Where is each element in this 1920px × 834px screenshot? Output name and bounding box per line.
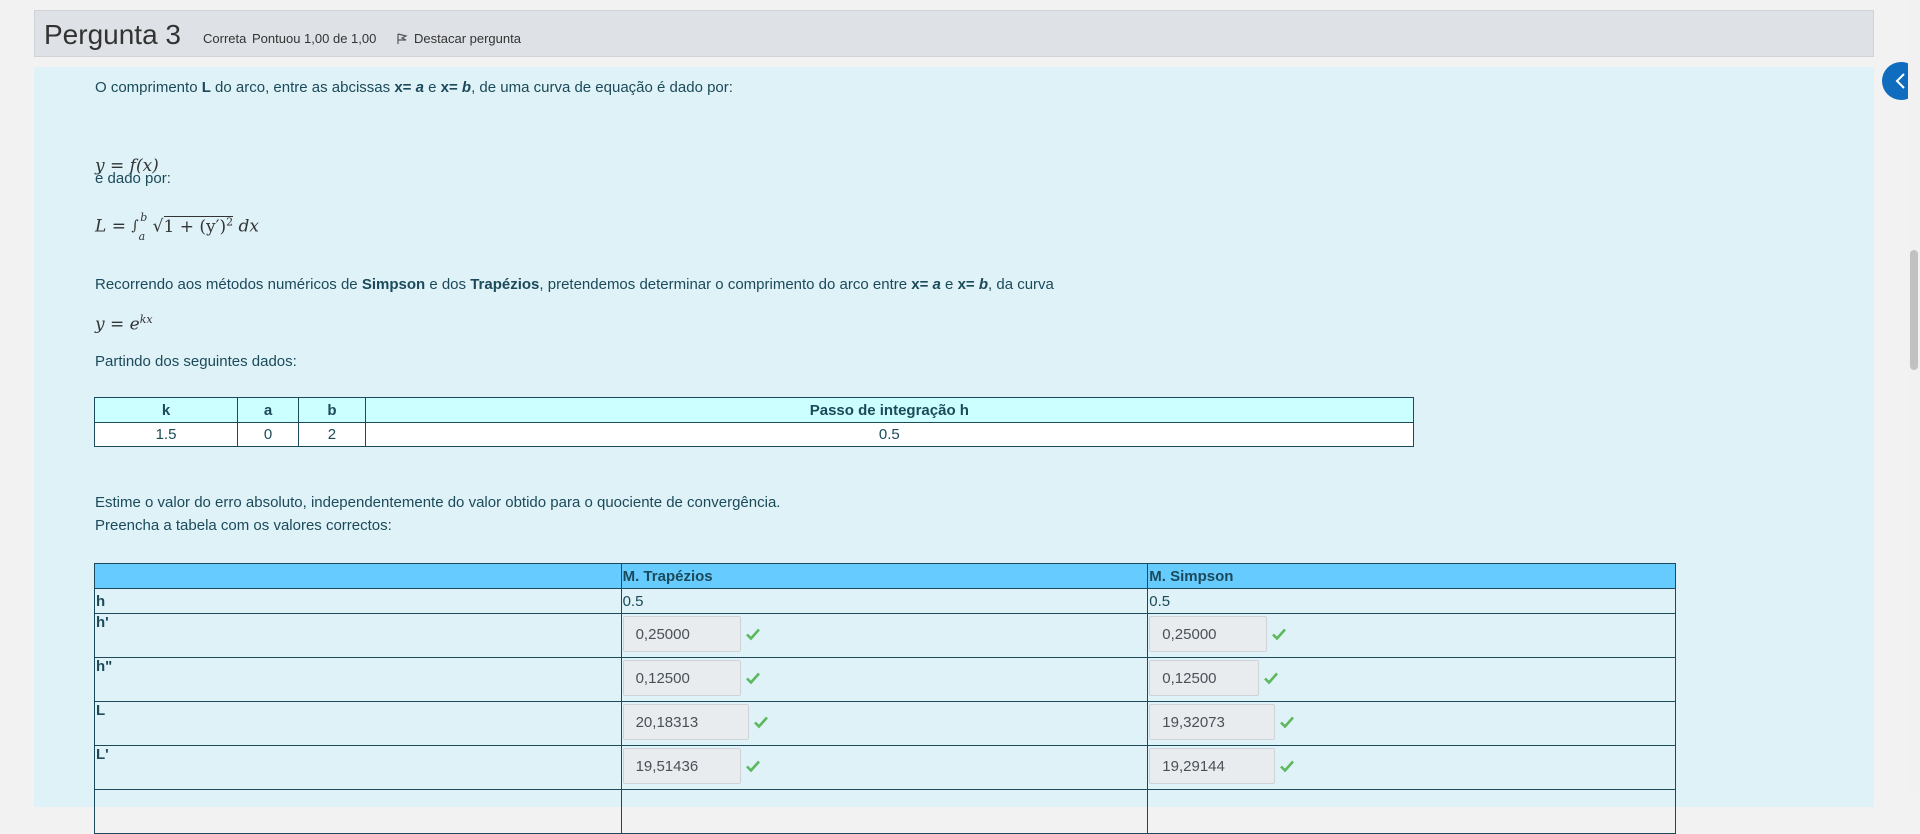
simp-cell xyxy=(1147,657,1676,702)
row-label: L xyxy=(94,701,622,746)
table-row: h" xyxy=(94,657,1676,702)
equation-arc-length: L = ∫ab √1 + (y′)2 dx xyxy=(95,211,259,244)
question-number: 3 xyxy=(165,19,181,50)
correct-check-icon xyxy=(745,760,760,773)
value-a: 0 xyxy=(236,422,300,447)
preencha-text: Preencha a tabela com os valores correct… xyxy=(95,517,392,534)
correct-check-icon xyxy=(745,628,760,641)
answer-input[interactable] xyxy=(1149,704,1276,740)
flag-question-link[interactable]: Destacar pergunta xyxy=(396,31,521,46)
question-info-header: Pergunta 3 Correta Pontuou 1,00 de 1,00 … xyxy=(34,10,1874,57)
header-a: a xyxy=(236,397,300,423)
header-b: b xyxy=(298,397,366,423)
answer-input[interactable] xyxy=(1149,616,1268,652)
simp-h-value: 0.5 xyxy=(1147,588,1676,614)
equation-exponential: y = ekx xyxy=(95,313,153,335)
row-label: h xyxy=(94,588,622,614)
value-b: 2 xyxy=(298,422,366,447)
given-data-row: 1.5 0 2 0.5 xyxy=(94,422,1415,447)
header-h: Passo de integração h xyxy=(364,397,1415,423)
answer-table: M. Trapézios M. Simpson h 0.5 0.5 h' h" … xyxy=(94,563,1676,834)
partindo-text: Partindo dos seguintes dados: xyxy=(95,353,297,370)
trap-cell xyxy=(620,657,1149,702)
question-grade: Pontuou 1,00 de 1,00 xyxy=(252,31,377,46)
table-row: h 0.5 0.5 xyxy=(94,588,1676,614)
simp-cell xyxy=(1147,701,1676,746)
header-k: k xyxy=(94,397,238,423)
question-page: Pergunta 3 Correta Pontuou 1,00 de 1,00 … xyxy=(34,10,1874,834)
given-data-table: k a b Passo de integração h 1.5 0 2 0.5 xyxy=(94,397,1415,447)
estime-text: Estime o valor do erro absoluto, indepen… xyxy=(95,494,781,511)
intro-paragraph: O comprimento L do arco, entre as abciss… xyxy=(95,79,733,96)
answer-input[interactable] xyxy=(622,660,741,696)
row-label: L' xyxy=(94,745,622,790)
correct-check-icon xyxy=(753,716,768,729)
answer-header-row: M. Trapézios M. Simpson xyxy=(94,563,1676,589)
question-state: Correta xyxy=(203,31,247,46)
trap-cell xyxy=(620,613,1149,658)
table-row: L' xyxy=(94,745,1676,790)
e-dado-por-text: é dado por: xyxy=(95,170,171,187)
correct-check-icon xyxy=(745,672,760,685)
trap-cell xyxy=(620,745,1149,790)
flag-icon xyxy=(397,32,408,44)
correct-check-icon xyxy=(1280,760,1295,773)
row-label: h' xyxy=(94,613,622,658)
trap-cell xyxy=(620,701,1149,746)
question-title: Pergunta 3 xyxy=(44,19,181,51)
answer-input[interactable] xyxy=(1149,748,1276,784)
scrollbar-thumb[interactable] xyxy=(1910,250,1918,370)
radicand: 1 + (y′)2 xyxy=(163,215,234,237)
recorrendo-paragraph: Recorrendo aos métodos numéricos de Simp… xyxy=(95,276,1054,293)
table-row: h' xyxy=(94,613,1676,658)
header-simpson: M. Simpson xyxy=(1147,563,1676,589)
value-h: 0.5 xyxy=(364,422,1415,447)
trap-h-value: 0.5 xyxy=(620,588,1149,614)
page-scrollbar[interactable] xyxy=(1908,0,1920,794)
table-row-partial xyxy=(94,789,1676,834)
answer-input[interactable] xyxy=(622,704,749,740)
simp-cell xyxy=(1147,745,1676,790)
question-title-word: Pergunta xyxy=(44,19,158,50)
given-data-header-row: k a b Passo de integração h xyxy=(94,397,1415,423)
flag-label: Destacar pergunta xyxy=(414,31,521,46)
simp-cell xyxy=(1147,613,1676,658)
correct-check-icon xyxy=(1264,672,1279,685)
correct-check-icon xyxy=(1272,628,1287,641)
answer-header-empty xyxy=(94,563,622,589)
question-text-area: O comprimento L do arco, entre as abciss… xyxy=(34,67,1874,834)
value-k: 1.5 xyxy=(94,422,238,447)
row-label: h" xyxy=(94,657,622,702)
table-row: L xyxy=(94,701,1676,746)
answer-input[interactable] xyxy=(622,616,741,652)
header-trapezios: M. Trapézios xyxy=(620,563,1149,589)
answer-input[interactable] xyxy=(1149,660,1260,696)
answer-input[interactable] xyxy=(622,748,741,784)
correct-check-icon xyxy=(1280,716,1295,729)
